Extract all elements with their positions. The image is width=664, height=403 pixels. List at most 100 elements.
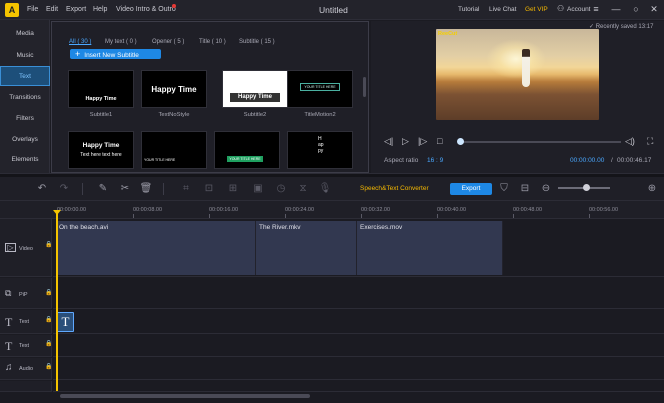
text-template-subtitle2[interactable]: Happy Time	[222, 70, 288, 108]
recently-saved-text: Recently saved 13:17	[595, 24, 654, 30]
zoom-in-icon[interactable]: ⊕	[645, 182, 659, 196]
nav-item-transitions[interactable]: Transitions	[0, 88, 50, 108]
clip-name: Exercises.mov	[360, 224, 403, 231]
clip-the-river[interactable]: The River.mkv	[256, 221, 357, 275]
track-lane-audio[interactable]	[53, 358, 664, 380]
playhead[interactable]	[56, 211, 58, 391]
nav-item-elements[interactable]: Elements	[0, 150, 50, 170]
freeze-frame-icon[interactable]: ⧖	[296, 182, 310, 196]
nav-item-media[interactable]: Media	[0, 24, 50, 44]
prev-frame-icon[interactable]: ◁|	[384, 136, 393, 147]
lock-icon[interactable]: 🔒	[45, 363, 52, 370]
lock-icon[interactable]: 🔒	[45, 340, 52, 347]
timeline-ruler[interactable]: 00:00:00.00 00:00:08.00 00:00:16.00 00:0…	[0, 201, 664, 219]
menu-video-intro-outro[interactable]: Video Intro & Outro	[116, 6, 176, 13]
text-template-titlemotion2[interactable]: YOUR TITLE HERE	[287, 70, 353, 108]
menu-edit[interactable]: Edit	[46, 6, 58, 13]
ruler-label: 00:00:32.00	[361, 207, 391, 213]
voiceover-icon[interactable]: 🎙	[318, 182, 332, 196]
export-button[interactable]: Export	[450, 183, 492, 195]
mosaic-icon[interactable]: ▣	[251, 182, 265, 196]
total-time: 00:00:46.17	[617, 157, 652, 164]
nav-item-text[interactable]: Text	[0, 66, 50, 86]
lock-icon[interactable]: 🔒	[45, 241, 52, 248]
template-preview-text: YOUR TITLE HERE	[227, 156, 263, 162]
menu-icon[interactable]: ≡	[590, 3, 602, 15]
library-scrollbar[interactable]	[363, 77, 366, 97]
track-lane-text-2[interactable]	[53, 335, 664, 357]
nav-item-music[interactable]: Music	[0, 46, 50, 66]
volume-icon[interactable]: ◁)	[625, 136, 635, 147]
text-template-row2-2[interactable]: YOUR TITLE HERE	[141, 131, 207, 169]
text-library-panel: All ( 30 ) My text ( 0 ) Opener ( 5 ) Ti…	[51, 21, 369, 173]
playback-progress-track[interactable]	[458, 141, 621, 143]
edit-icon[interactable]: ✎	[96, 182, 110, 196]
nav-item-overlays[interactable]: Overlays	[0, 130, 50, 150]
stop-icon[interactable]: □	[437, 136, 442, 146]
video-icon: ▷	[5, 243, 16, 252]
speed-icon[interactable]: ◷	[274, 182, 288, 196]
lock-icon[interactable]: 🔒	[45, 289, 52, 296]
get-vip-link[interactable]: Get VIP	[525, 6, 548, 13]
undo-icon[interactable]: ↶	[35, 182, 49, 196]
redo-icon[interactable]: ↷	[57, 182, 71, 196]
filter-tab-opener[interactable]: Opener ( 5 )	[152, 39, 184, 45]
menu-help[interactable]: Help	[93, 6, 107, 13]
track-label-text: Text	[19, 319, 30, 325]
maximize-button[interactable]: ○	[630, 3, 642, 15]
zoom-out-icon[interactable]: ⊖	[539, 182, 553, 196]
cut-icon[interactable]: ✂	[118, 182, 132, 196]
text-icon: T	[5, 315, 13, 329]
fullscreen-icon[interactable]: ⛶	[647, 136, 653, 147]
template-preview-text: Happy Time	[82, 142, 120, 149]
filter-tab-subtitle[interactable]: Subtitle ( 15 )	[239, 39, 275, 45]
track-lane-text-1[interactable]	[53, 310, 664, 334]
track-lane-extra[interactable]	[53, 381, 664, 392]
crop-icon[interactable]: ⌗	[179, 182, 193, 196]
text-template-row2-4[interactable]: Happy	[287, 131, 353, 169]
account-link[interactable]: Account	[567, 6, 591, 13]
minimize-button[interactable]: —	[610, 3, 622, 15]
text-template-row2-1[interactable]: Happy Time Text here text here	[68, 131, 134, 169]
lock-icon[interactable]: 🔒	[45, 316, 52, 323]
track-lane-video[interactable]: On the beach.avi The River.mkv Exercises…	[53, 219, 664, 277]
tutorial-link[interactable]: Tutorial	[458, 6, 479, 13]
text-template-subtitle1[interactable]: Happy Time	[68, 70, 134, 108]
template-preview-text: YOUR TITLE HERE	[144, 158, 176, 162]
menu-file[interactable]: File	[27, 6, 38, 13]
resize-icon[interactable]: ⊡	[202, 182, 216, 196]
ruler-label: 00:00:48.00	[513, 207, 543, 213]
filter-tab-my-text[interactable]: My text ( 0 )	[105, 39, 137, 45]
delete-icon[interactable]: 🗑	[139, 182, 153, 196]
close-button[interactable]: ✕	[648, 3, 660, 15]
text-template-row2-3[interactable]: YOUR TITLE HERE	[214, 131, 280, 169]
zoom-slider-knob[interactable]	[583, 184, 590, 191]
aspect-ratio-value[interactable]: 16 : 9	[427, 157, 443, 164]
fit-icon[interactable]: ⊟	[518, 182, 532, 196]
text-template-textnostyle[interactable]: Happy Time	[141, 70, 207, 108]
ruler-label: 00:00:08.00	[133, 207, 163, 213]
insert-new-subtitle-button[interactable]: + Insert New Subtitle	[70, 49, 161, 59]
text-clip[interactable]: T	[57, 312, 74, 332]
ruler-label: 00:00:16.00	[209, 207, 239, 213]
account-icon[interactable]: ⚇	[557, 4, 564, 13]
marker-icon[interactable]: ⛉	[497, 182, 511, 196]
clip-on-the-beach[interactable]: On the beach.avi	[56, 221, 256, 275]
track-lane-pip[interactable]	[53, 278, 664, 309]
menu-export[interactable]: Export	[66, 6, 86, 13]
live-chat-link[interactable]: Live Chat	[489, 6, 516, 13]
ruler-tick	[437, 214, 438, 218]
split-icon[interactable]: ⊞	[226, 182, 240, 196]
speech-text-converter-button[interactable]: Speech&Text Converter	[360, 185, 429, 192]
video-preview[interactable]: ReeCut	[436, 29, 599, 120]
app-window: A File Edit Export Help Video Intro & Ou…	[0, 0, 664, 403]
play-icon[interactable]: ▷	[402, 136, 409, 147]
nav-item-filters[interactable]: Filters	[0, 109, 50, 129]
clip-name: On the beach.avi	[59, 224, 109, 231]
filter-tab-all[interactable]: All ( 30 )	[69, 39, 91, 45]
playback-progress-knob[interactable]	[457, 138, 464, 145]
next-frame-icon[interactable]: |▷	[418, 136, 427, 147]
timeline-scrollbar-thumb[interactable]	[60, 394, 310, 398]
filter-tab-title[interactable]: Title ( 10 )	[199, 39, 226, 45]
clip-exercises[interactable]: Exercises.mov	[357, 221, 503, 275]
